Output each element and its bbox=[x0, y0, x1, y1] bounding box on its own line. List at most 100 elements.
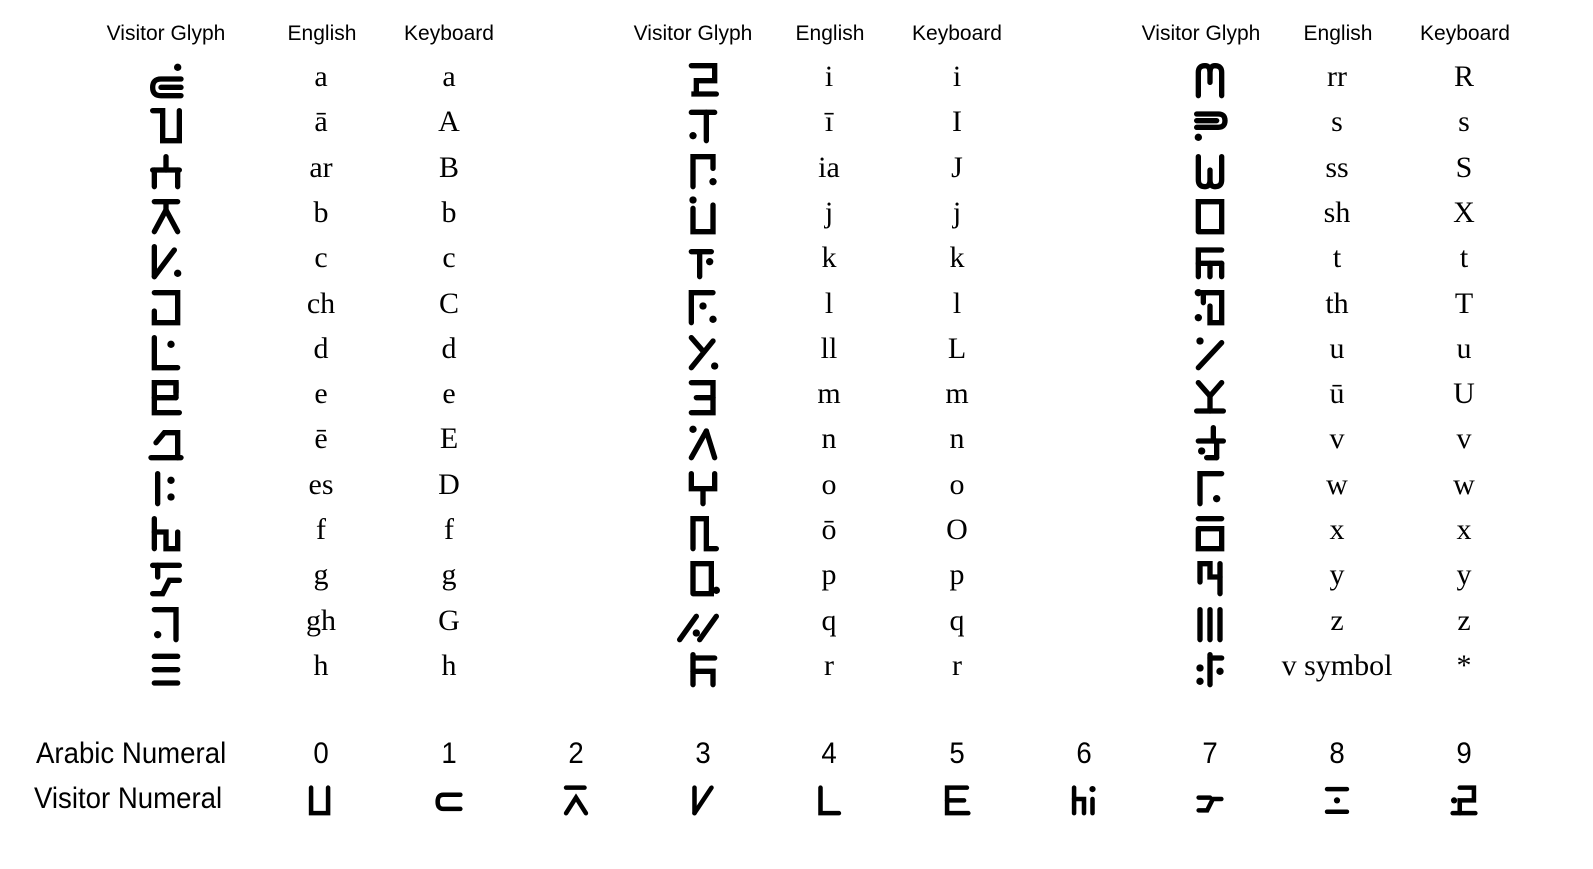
keyboard-cell: l bbox=[952, 286, 962, 320]
arabic-numeral: 3 bbox=[695, 737, 711, 770]
english-cell: m bbox=[817, 377, 841, 411]
gh-glyph-icon bbox=[146, 603, 186, 643]
english-cell: i bbox=[824, 60, 834, 93]
header-english: English bbox=[1303, 22, 1373, 45]
arabic-numeral: 7 bbox=[1202, 737, 1218, 770]
header-visitor-glyph: Visitor Glyph bbox=[633, 22, 753, 45]
arabic-numeral-label: Arabic Numeral bbox=[36, 737, 227, 770]
arabic-numeral: 5 bbox=[949, 737, 965, 770]
english-cell: v symbol bbox=[1281, 648, 1393, 682]
english-cell: x bbox=[1329, 513, 1345, 546]
english-cell: gh bbox=[306, 603, 336, 637]
ar-glyph-icon bbox=[146, 150, 186, 190]
english-cell: ll bbox=[820, 331, 838, 365]
num4-glyph-icon bbox=[811, 782, 847, 816]
g-glyph-icon bbox=[146, 557, 186, 597]
u-glyph-icon bbox=[1190, 331, 1230, 371]
ch-glyph-icon bbox=[146, 286, 186, 326]
english-cell: ch bbox=[306, 286, 336, 320]
header-english: English bbox=[287, 22, 357, 45]
header-english: English bbox=[795, 22, 865, 45]
keyboard-cell: X bbox=[1453, 195, 1475, 229]
english-cell: ū bbox=[1329, 377, 1345, 411]
ia-glyph-icon bbox=[683, 150, 723, 190]
visitor-numeral-label: Visitor Numeral bbox=[34, 782, 223, 815]
arabic-numeral: 1 bbox=[441, 737, 457, 770]
keyboard-cell: b bbox=[441, 195, 457, 229]
english-cell: n bbox=[821, 422, 837, 456]
english-cell: ia bbox=[818, 150, 840, 184]
keyboard-cell: f bbox=[444, 513, 454, 546]
keyboard-cell: k bbox=[949, 241, 965, 275]
keyboard-cell: v bbox=[1456, 422, 1472, 456]
keyboard-cell: o bbox=[949, 467, 965, 501]
english-cell: f bbox=[316, 513, 326, 546]
num8-glyph-icon bbox=[1319, 782, 1355, 816]
english-cell: ō bbox=[821, 513, 837, 546]
english-cell: v bbox=[1329, 422, 1345, 456]
l-glyph-icon bbox=[683, 286, 723, 326]
english-cell: u bbox=[1329, 331, 1345, 365]
k-glyph-icon bbox=[683, 240, 723, 280]
y-glyph-icon bbox=[1190, 557, 1230, 597]
keyboard-cell: I bbox=[952, 105, 962, 139]
english-cell: w bbox=[1326, 467, 1348, 501]
keyboard-cell: L bbox=[947, 331, 967, 365]
english-cell: s bbox=[1331, 105, 1343, 139]
english-cell: p bbox=[821, 558, 837, 592]
t-glyph-icon bbox=[1190, 240, 1230, 280]
keyboard-cell: B bbox=[438, 150, 459, 184]
english-cell: r bbox=[824, 648, 834, 682]
keyboard-cell: O bbox=[946, 513, 968, 546]
arabic-numeral: 2 bbox=[568, 737, 584, 770]
num0-glyph-icon bbox=[303, 782, 339, 816]
num7-glyph-icon bbox=[1192, 782, 1228, 816]
english-cell: e bbox=[314, 377, 328, 411]
english-cell: k bbox=[821, 241, 837, 275]
english-cell: th bbox=[1325, 286, 1349, 320]
x-glyph-icon bbox=[1190, 512, 1230, 552]
keyboard-cell: e bbox=[442, 377, 456, 411]
english-cell: t bbox=[1332, 241, 1342, 275]
f-glyph-icon bbox=[146, 512, 186, 552]
w-glyph-icon bbox=[1190, 467, 1230, 507]
num6-glyph-icon bbox=[1066, 782, 1102, 816]
p-glyph-icon bbox=[683, 557, 723, 597]
q-glyph-icon bbox=[677, 603, 723, 643]
keyboard-cell: U bbox=[1453, 377, 1475, 411]
keyboard-cell: C bbox=[438, 286, 459, 320]
keyboard-cell: E bbox=[439, 422, 459, 456]
keyboard-cell: p bbox=[949, 558, 965, 592]
header-visitor-glyph: Visitor Glyph bbox=[106, 22, 226, 45]
i-long-glyph-icon bbox=[683, 104, 723, 144]
english-cell: ē bbox=[314, 422, 328, 456]
keyboard-cell: q bbox=[949, 603, 965, 637]
ll-glyph-icon bbox=[683, 331, 723, 371]
arabic-numeral: 0 bbox=[313, 737, 329, 770]
n-glyph-icon bbox=[683, 421, 723, 461]
keyboard-cell: G bbox=[438, 603, 460, 637]
keyboard-cell: d bbox=[441, 331, 457, 365]
keyboard-cell: J bbox=[951, 150, 963, 184]
keyboard-cell: s bbox=[1458, 105, 1470, 139]
header-keyboard: Keyboard bbox=[1420, 22, 1510, 45]
m-glyph-icon bbox=[683, 376, 723, 416]
keyboard-cell: t bbox=[1459, 241, 1469, 275]
header-keyboard: Keyboard bbox=[912, 22, 1002, 45]
keyboard-cell: R bbox=[1453, 60, 1474, 93]
o-glyph-icon bbox=[683, 467, 723, 507]
j-glyph-icon bbox=[683, 195, 723, 235]
th-glyph-icon bbox=[1190, 286, 1230, 326]
b-glyph-icon bbox=[146, 195, 186, 235]
arabic-numeral: 8 bbox=[1329, 737, 1345, 770]
keyboard-cell: c bbox=[442, 241, 456, 275]
english-cell: rr bbox=[1327, 60, 1347, 93]
header-keyboard: Keyboard bbox=[404, 22, 494, 45]
english-cell: l bbox=[824, 286, 834, 320]
ss-glyph-icon bbox=[1190, 150, 1230, 190]
english-cell: d bbox=[313, 331, 329, 365]
english-cell: ī bbox=[824, 105, 834, 139]
e-long-glyph-icon bbox=[146, 421, 186, 461]
keyboard-cell: h bbox=[441, 648, 457, 682]
arabic-numeral: 9 bbox=[1456, 737, 1472, 770]
